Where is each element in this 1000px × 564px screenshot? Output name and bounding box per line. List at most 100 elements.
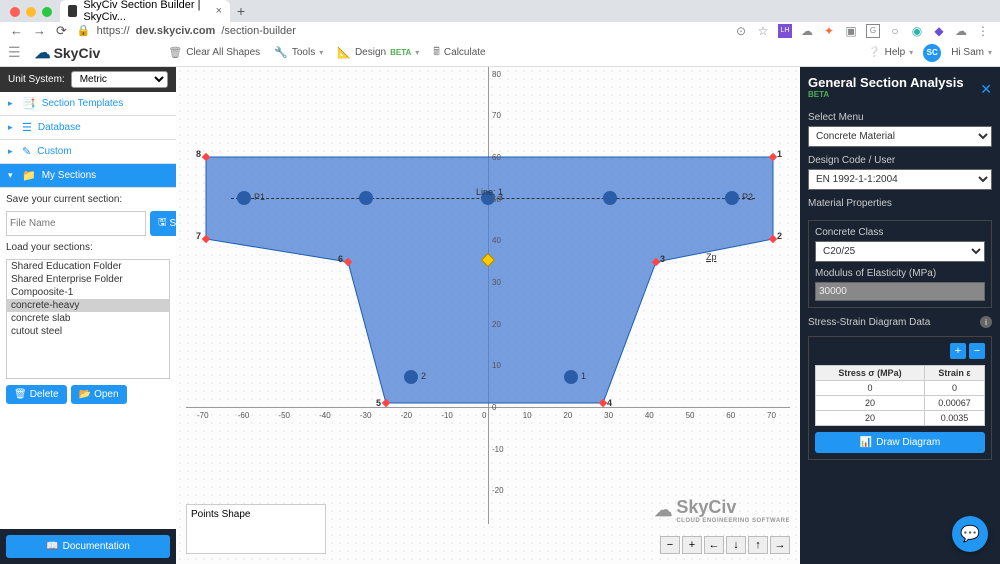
rebar[interactable] bbox=[564, 370, 578, 384]
x-tick: 10 bbox=[523, 411, 532, 420]
wrench-icon: 🔧 bbox=[274, 46, 288, 59]
add-row-button[interactable]: + bbox=[950, 343, 966, 359]
ext9-icon[interactable]: ☁ bbox=[954, 24, 968, 38]
design-icon: 📐 bbox=[337, 46, 351, 59]
table-row[interactable]: 200.0035 bbox=[816, 411, 985, 426]
rebar[interactable] bbox=[404, 370, 418, 384]
canvas[interactable]: 1 2 3 4 5 6 7 8 P1 P2 1 2 3 Line: 1 Zp -… bbox=[176, 67, 800, 564]
ext4-icon[interactable]: ▣ bbox=[844, 24, 858, 38]
shape-info-box[interactable]: Points Shape bbox=[186, 504, 326, 554]
user-menu[interactable]: Hi Sam ▾ bbox=[951, 47, 992, 58]
design-menu[interactable]: 📐 Design BETA ▾ bbox=[337, 46, 419, 59]
unit-label: Unit System: bbox=[8, 74, 65, 85]
stress-strain-table[interactable]: Stress σ (MPa)Strain ε 00200.00067200.00… bbox=[815, 365, 985, 426]
pan-up-button[interactable]: ↑ bbox=[748, 536, 768, 554]
file-name-input[interactable] bbox=[6, 211, 146, 236]
list-item[interactable]: Shared Education Folder bbox=[7, 260, 169, 273]
ext2-icon[interactable]: ☁ bbox=[800, 24, 814, 38]
zoom-in-button[interactable]: + bbox=[682, 536, 702, 554]
new-tab-button[interactable]: + bbox=[230, 0, 252, 22]
ext7-icon[interactable]: ◉ bbox=[910, 24, 924, 38]
ext5-icon[interactable]: G bbox=[866, 24, 880, 38]
tab-close-icon[interactable]: × bbox=[216, 5, 222, 17]
y-tick: 60 bbox=[492, 153, 501, 162]
zoom-out-button[interactable]: − bbox=[660, 536, 680, 554]
extension-icons: ⊙ ☆ LH ☁ ✦ ▣ G ○ ◉ ◆ ☁ ⋮ bbox=[734, 24, 990, 38]
browser-tab[interactable]: SkyCiv Section Builder | SkyCiv... × bbox=[60, 0, 230, 22]
delete-button[interactable]: 🗑 Delete bbox=[6, 385, 67, 404]
unit-select[interactable]: Metric bbox=[71, 71, 168, 88]
list-item[interactable]: cutout steel bbox=[7, 325, 169, 338]
close-icon[interactable]: ✕ bbox=[980, 81, 992, 98]
info-icon[interactable]: i bbox=[980, 316, 992, 328]
favicon-icon bbox=[68, 5, 77, 17]
hamburger-icon[interactable]: ☰ bbox=[8, 44, 21, 61]
list-item[interactable]: concrete-heavy bbox=[7, 299, 169, 312]
x-tick: 0 bbox=[482, 411, 486, 420]
ext8-icon[interactable]: ◆ bbox=[932, 24, 946, 38]
x-tick: 50 bbox=[686, 411, 695, 420]
draw-diagram-button[interactable]: 📊 Draw Diagram bbox=[815, 432, 985, 453]
back-button[interactable]: ← bbox=[10, 23, 23, 38]
pan-right-button[interactable]: → bbox=[770, 536, 790, 554]
logo[interactable]: ☁ SkyCiv bbox=[35, 43, 101, 63]
remove-row-button[interactable]: − bbox=[969, 343, 985, 359]
cloud-icon: ☁ bbox=[654, 500, 672, 521]
rebar[interactable] bbox=[359, 191, 373, 205]
help-icon: ❔ bbox=[868, 47, 880, 58]
ext3-icon[interactable]: ✦ bbox=[822, 24, 836, 38]
forward-button[interactable]: → bbox=[33, 23, 46, 38]
user-avatar[interactable]: SC bbox=[923, 44, 941, 62]
accordion-my-sections[interactable]: ▾ 📁 My Sections bbox=[0, 164, 176, 188]
help-menu[interactable]: ❔ Help ▾ bbox=[868, 47, 913, 58]
chevron-right-icon: ▸ bbox=[8, 98, 16, 109]
ss-header: Stress-Strain Diagram Data bbox=[808, 317, 930, 328]
concrete-class-select[interactable]: C20/25 bbox=[815, 241, 985, 262]
load-label: Load your sections: bbox=[6, 242, 170, 253]
menu-icon[interactable]: ⋮ bbox=[976, 24, 990, 38]
y-tick: -10 bbox=[492, 445, 504, 454]
trash-icon: 🗑 bbox=[168, 46, 182, 59]
rebar[interactable] bbox=[603, 191, 617, 205]
book-icon: 📖 bbox=[46, 541, 58, 552]
accordion-custom[interactable]: ▸ ✎ Custom bbox=[0, 140, 176, 164]
chat-button[interactable]: 💬 bbox=[952, 516, 988, 552]
pan-left-button[interactable]: ← bbox=[704, 536, 724, 554]
accordion-database[interactable]: ▸ ☰ Database bbox=[0, 116, 176, 140]
reload-button[interactable]: ⟳ bbox=[56, 23, 67, 39]
design-code-select[interactable]: EN 1992-1-1:2004 bbox=[808, 169, 992, 190]
address-bar[interactable]: 🔒 https://dev.skyciv.com/section-builder bbox=[77, 24, 724, 37]
ext1-icon[interactable]: LH bbox=[778, 24, 792, 38]
calculate-button[interactable]: 🖩 Calculate bbox=[433, 43, 485, 62]
search-icon[interactable]: ⊙ bbox=[734, 24, 748, 38]
pan-down-button[interactable]: ↓ bbox=[726, 536, 746, 554]
rebar[interactable] bbox=[237, 191, 251, 205]
list-item[interactable]: concrete slab bbox=[7, 312, 169, 325]
x-tick: 60 bbox=[726, 411, 735, 420]
tools-menu[interactable]: 🔧 Tools ▾ bbox=[274, 46, 323, 59]
menu-select[interactable]: Concrete Material bbox=[808, 126, 992, 147]
ext6-icon[interactable]: ○ bbox=[888, 24, 902, 38]
star-icon[interactable]: ☆ bbox=[756, 24, 770, 38]
y-tick: 70 bbox=[492, 111, 501, 120]
chevron-down-icon: ▾ bbox=[988, 48, 992, 57]
table-row[interactable]: 00 bbox=[816, 381, 985, 396]
table-row[interactable]: 200.00067 bbox=[816, 396, 985, 411]
sections-list[interactable]: Shared Education FolderShared Enterprise… bbox=[6, 259, 170, 379]
panel-title: General Section Analysis bbox=[808, 75, 964, 90]
documentation-button[interactable]: 📖 Documentation bbox=[6, 535, 170, 558]
rebar[interactable] bbox=[725, 191, 739, 205]
y-tick: 20 bbox=[492, 320, 501, 329]
window-controls[interactable] bbox=[10, 7, 52, 17]
clear-shapes-button[interactable]: 🗑 Clear All Shapes bbox=[168, 46, 260, 59]
list-item[interactable]: Compoosite-1 bbox=[7, 286, 169, 299]
open-button[interactable]: 📂 Open bbox=[71, 385, 127, 404]
close-window-icon[interactable] bbox=[10, 7, 20, 17]
save-label: Save your current section: bbox=[6, 194, 170, 205]
accordion-templates[interactable]: ▸ 📑 Section Templates bbox=[0, 92, 176, 116]
right-panel: General Section Analysis BETA ✕ Select M… bbox=[800, 67, 1000, 564]
chat-icon: 💬 bbox=[960, 524, 980, 544]
maximize-window-icon[interactable] bbox=[42, 7, 52, 17]
minimize-window-icon[interactable] bbox=[26, 7, 36, 17]
list-item[interactable]: Shared Enterprise Folder bbox=[7, 273, 169, 286]
